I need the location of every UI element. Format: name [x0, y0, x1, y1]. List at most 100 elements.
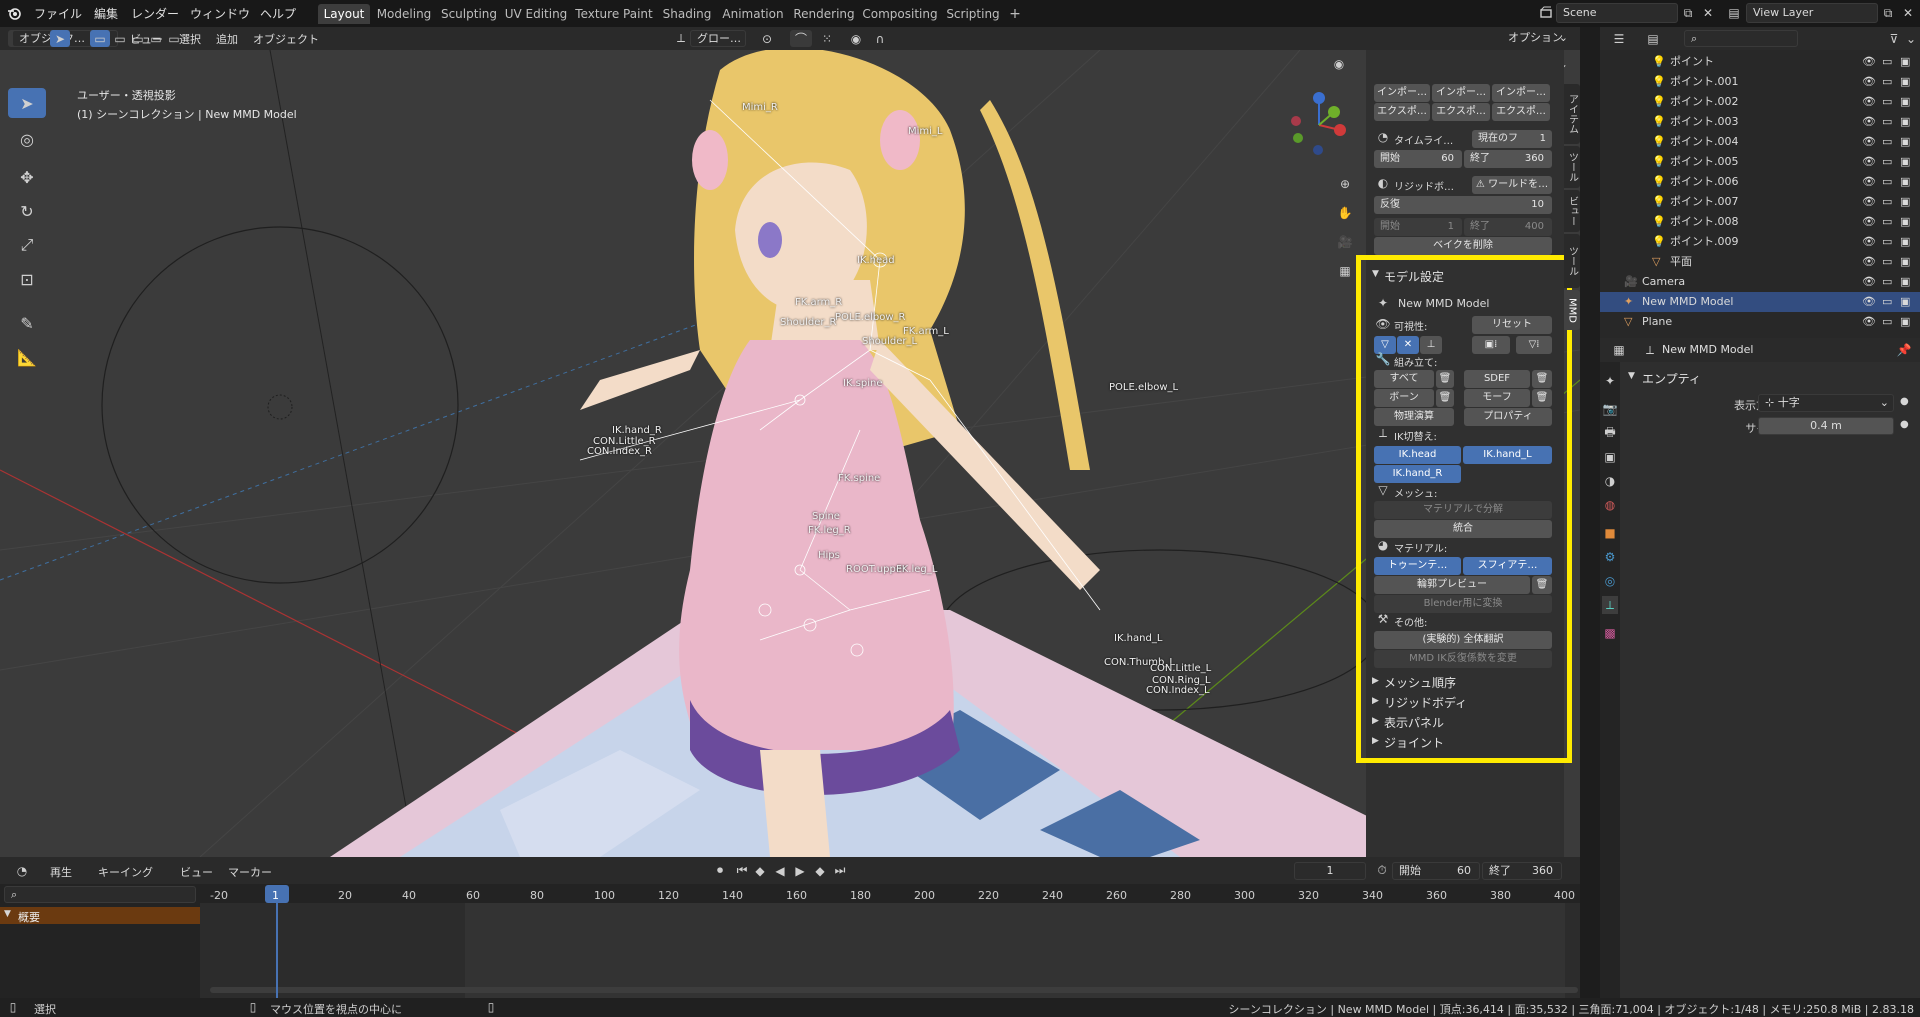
tab-modeling[interactable]: Modeling — [374, 4, 434, 24]
properties-editor-icon[interactable]: ▦ — [1606, 342, 1632, 358]
render-toggle-icon[interactable]: ▣ — [1900, 112, 1910, 132]
export-motion-button[interactable]: エクスポ… — [1432, 103, 1490, 121]
render-toggle-icon[interactable]: ▣ — [1900, 92, 1910, 112]
render-toggle-icon[interactable]: ▣ — [1900, 152, 1910, 172]
outliner-row[interactable]: 💡 ポイント.008 👁 ▭ ▣ — [1600, 212, 1920, 232]
cursor-tool-icon[interactable]: ◎ — [8, 124, 46, 154]
visibility-eye-icon[interactable]: 👁 — [1862, 172, 1876, 192]
render-toggle-icon[interactable]: ▣ — [1900, 132, 1910, 152]
viewport-toggle-icon[interactable]: ▭ — [1882, 232, 1892, 252]
filter-dropdown-icon[interactable]: ⌄ — [1904, 30, 1918, 47]
tab-animation[interactable]: Animation — [718, 4, 788, 24]
timeline-editor-icon[interactable]: ◔ — [8, 862, 36, 879]
tab-tool-2[interactable]: ツール — [1564, 234, 1580, 288]
delete-sdef-icon[interactable]: 🗑 — [1532, 370, 1552, 388]
dopesheet-area[interactable] — [200, 903, 1580, 998]
assemble-all-button[interactable]: すべて — [1374, 370, 1434, 388]
jump-start-icon[interactable]: ⏮ — [734, 862, 750, 879]
render-toggle-icon[interactable]: ▣ — [1900, 272, 1910, 292]
start-frame-field[interactable]: 開始 60 — [1374, 150, 1462, 168]
scene-selector[interactable]: Scene — [1556, 3, 1678, 23]
render-props-icon[interactable]: 📷 — [1602, 400, 1618, 418]
join-button[interactable]: 統合 — [1374, 520, 1552, 538]
panel-mesh-order[interactable]: ▶ メッシュ順序 — [1370, 674, 1556, 692]
tool-props-icon[interactable]: ✦ — [1602, 372, 1618, 390]
property-button[interactable]: プロパティ — [1464, 408, 1552, 426]
pan-hand-icon[interactable]: ✋ — [1334, 202, 1356, 224]
tab-tool[interactable]: ツール — [1564, 146, 1580, 188]
render-toggle-icon[interactable]: ▣ — [1900, 52, 1910, 72]
measure-tool-icon[interactable]: 📐 — [8, 342, 46, 372]
menu-playback[interactable]: 再生 — [50, 864, 72, 880]
next-keyframe-icon[interactable]: ◆ — [812, 862, 828, 879]
scene-props-icon[interactable]: ◑ — [1602, 472, 1618, 490]
blender-logo-icon[interactable] — [6, 5, 22, 21]
menu-edit[interactable]: 編集 — [94, 5, 118, 22]
outliner-row[interactable]: 💡 ポイント.005 👁 ▭ ▣ — [1600, 152, 1920, 172]
stopwatch-icon[interactable]: ⏱ — [1374, 862, 1390, 879]
panel-rigidbody[interactable]: ▶ リジッドボディ — [1370, 694, 1556, 712]
visibility-eye-icon[interactable]: 👁 — [1862, 152, 1876, 172]
visibility-eye-icon[interactable]: 👁 — [1862, 212, 1876, 232]
change-ik-loop-button[interactable]: MMD IK反復係数を変更 — [1374, 650, 1552, 668]
viewport-toggle-icon[interactable]: ▭ — [1882, 52, 1892, 72]
visibility-eye-icon[interactable]: 👁 — [1862, 92, 1876, 112]
empty-data-props-icon[interactable]: ⟂ — [1602, 596, 1618, 614]
menu-view[interactable]: ビュー — [180, 864, 213, 880]
render-toggle-icon[interactable]: ▣ — [1900, 292, 1910, 312]
visibility-eye-icon[interactable]: 👁 — [1862, 52, 1876, 72]
tab-compositing[interactable]: Compositing — [860, 4, 940, 24]
render-toggle-icon[interactable]: ▣ — [1900, 252, 1910, 272]
keyframe-dot-icon[interactable]: ● — [1900, 419, 1909, 430]
menu-select[interactable]: 選択 — [179, 31, 201, 47]
import-motion-button[interactable]: インポー… — [1432, 84, 1490, 102]
ik-hand-l-toggle[interactable]: IK.hand_L — [1463, 446, 1552, 464]
physics-button[interactable]: 物理演算 — [1374, 408, 1454, 426]
render-toggle-icon[interactable]: ▣ — [1900, 72, 1910, 92]
move-tool-icon[interactable]: ✥ — [8, 162, 46, 192]
viewport-toggle-icon[interactable]: ▭ — [1882, 212, 1892, 232]
render-toggle-icon[interactable]: ▣ — [1900, 192, 1910, 212]
record-icon[interactable]: ⏺ — [712, 862, 728, 879]
play-icon[interactable]: ▶ — [792, 862, 808, 879]
tab-uv-editing[interactable]: UV Editing — [504, 4, 568, 24]
output-props-icon[interactable]: 🖶 — [1602, 424, 1618, 442]
outliner-row[interactable]: 💡 ポイント.003 👁 ▭ ▣ — [1600, 112, 1920, 132]
texture-props-icon[interactable]: ▩ — [1602, 624, 1618, 642]
export-model-button[interactable]: エクスポ… — [1374, 103, 1430, 121]
ortho-grid-icon[interactable]: ▦ — [1334, 260, 1356, 282]
display-method-dropdown[interactable]: ⊹ 十字 ⌄ — [1758, 394, 1894, 412]
display-panel-visibility-icon[interactable]: ▣⁞ — [1472, 336, 1510, 354]
tab-layout[interactable]: Layout — [318, 4, 370, 24]
end-frame-field[interactable]: 終了 360 — [1464, 150, 1552, 168]
viewport-toggle-icon[interactable]: ▭ — [1882, 272, 1892, 292]
visibility-eye-icon[interactable]: 👁 — [1862, 252, 1876, 272]
outliner-row[interactable]: 💡 ポイント.002 👁 ▭ ▣ — [1600, 92, 1920, 112]
render-toggle-icon[interactable]: ▣ — [1900, 312, 1910, 332]
viewport-toggle-icon[interactable]: ▭ — [1882, 252, 1892, 272]
snap-icon[interactable]: ⌒ — [790, 30, 812, 47]
camera-view-icon[interactable]: 🎥 — [1334, 231, 1356, 253]
close-view-layer-icon[interactable]: ✕ — [1900, 5, 1916, 21]
delete-edge-preview-icon[interactable]: 🗑 — [1532, 576, 1552, 594]
panel-display[interactable]: ▶ 表示パネル — [1370, 714, 1556, 732]
visibility-eye-icon[interactable]: 👁 — [1862, 132, 1876, 152]
outliner-search-input[interactable]: ⌕ — [1684, 30, 1798, 47]
outliner-row[interactable]: 💡 ポイント.006 👁 ▭ ▣ — [1600, 172, 1920, 192]
edge-preview-button[interactable]: 輪郭プレビュー — [1374, 576, 1530, 594]
menu-add[interactable]: 追加 — [216, 31, 238, 47]
visibility-eye-icon[interactable]: 👁 — [1862, 232, 1876, 252]
delete-all-icon[interactable]: 🗑 — [1436, 370, 1454, 388]
keyframe-dot-icon[interactable]: ● — [1900, 396, 1909, 407]
close-scene-icon[interactable]: ✕ — [1700, 5, 1716, 21]
transform-orientation-selector[interactable]: グロー… — [690, 30, 746, 47]
viewport-toggle-icon[interactable]: ▭ — [1882, 292, 1892, 312]
pin-icon[interactable]: 📌 — [1896, 342, 1912, 358]
select-new-icon[interactable]: ▭ — [90, 30, 110, 47]
render-toggle-icon[interactable]: ▣ — [1900, 212, 1910, 232]
tab-shading[interactable]: Shading — [660, 4, 714, 24]
iterations-field[interactable]: 反復 10 — [1374, 196, 1552, 214]
menu-file[interactable]: ファイル — [34, 5, 82, 22]
display-mode-icon[interactable]: ▤ — [1640, 30, 1666, 47]
empty-panel-header[interactable]: ▼ エンプティ — [1626, 368, 1916, 388]
